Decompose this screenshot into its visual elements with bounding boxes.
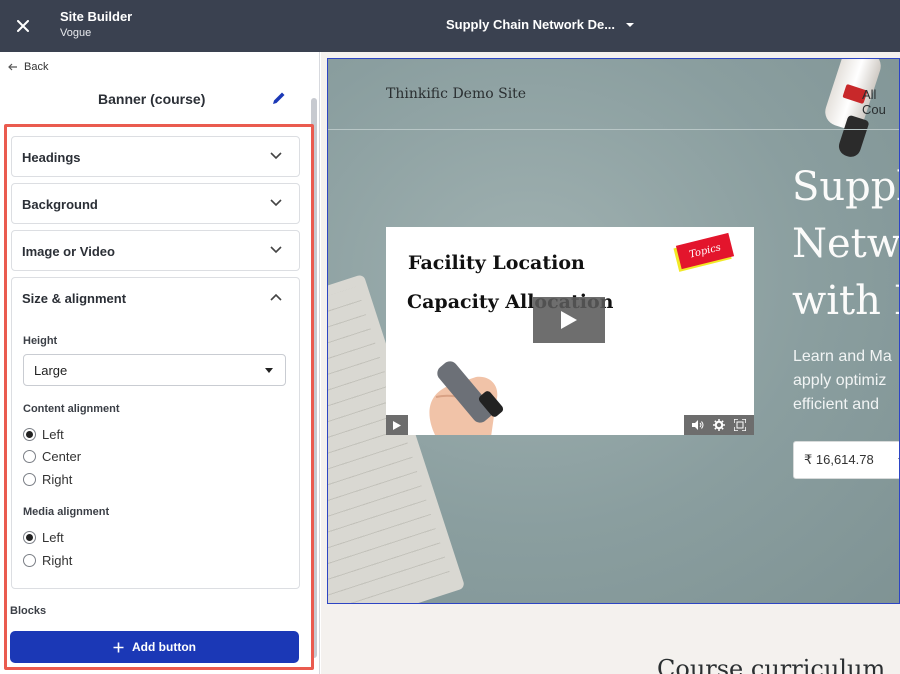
edit-button[interactable] — [271, 90, 289, 108]
section-image-video-header[interactable]: Image or Video — [12, 231, 299, 271]
back-label: Back — [24, 61, 49, 73]
media-align-left[interactable]: Left — [23, 530, 64, 545]
video-text-line1: Facility Location — [408, 252, 585, 274]
hero-title-line: with E — [792, 278, 899, 324]
section-headings-label: Headings — [22, 149, 81, 165]
hero-subtitle: Learn and Ma apply optimiz efficient and — [793, 345, 892, 417]
height-select-value: Large — [34, 362, 68, 378]
content-align-center-label: Center — [42, 449, 82, 464]
section-background: Background — [11, 183, 300, 224]
content-alignment-label: Content alignment — [23, 403, 120, 415]
theme-name: Vogue — [60, 27, 92, 39]
price-select[interactable]: ₹ 16,614.78 — [793, 441, 899, 479]
section-image-video-label: Image or Video — [22, 243, 115, 259]
plus-icon — [113, 642, 124, 652]
radio-checked-icon — [23, 531, 36, 544]
video-player[interactable]: Facility Location Capacity Allocation To… — [386, 227, 754, 435]
play-icon — [561, 311, 577, 329]
add-button-label: Add button — [132, 640, 196, 654]
media-align-right-label: Right — [42, 553, 73, 568]
section-image-video: Image or Video — [11, 230, 300, 271]
hero-title-line: Suppl — [792, 164, 900, 210]
hero-subtitle-line: Learn and Ma — [793, 348, 892, 365]
content-align-right-label: Right — [42, 472, 73, 487]
media-alignment-label: Media alignment — [23, 506, 110, 518]
play-button[interactable] — [533, 297, 605, 343]
page-selector[interactable]: Supply Chain Network De... — [446, 17, 635, 32]
arrow-left-icon — [8, 63, 17, 71]
height-label: Height — [23, 335, 58, 347]
panel-title: Banner (course) — [98, 91, 206, 107]
add-button[interactable]: Add button — [10, 631, 299, 663]
chevron-down-icon — [270, 199, 282, 207]
back-link[interactable]: Back — [8, 61, 48, 73]
content-align-left[interactable]: Left — [23, 427, 64, 442]
volume-icon[interactable] — [691, 418, 705, 432]
caret-down-icon — [265, 368, 273, 373]
hero-title-line: Netwo — [792, 221, 900, 267]
section-headings: Headings — [11, 136, 300, 177]
radio-unchecked-icon — [23, 554, 36, 567]
chevron-up-icon — [270, 293, 282, 301]
banner-section[interactable]: Thinkific Demo Site All Cou Facility Loc… — [327, 58, 900, 604]
site-name[interactable]: Thinkific Demo Site — [386, 86, 526, 102]
content-align-center[interactable]: Center — [23, 449, 81, 464]
hero-title: Suppl Netwo with E — [792, 159, 900, 330]
hero-subtitle-line: efficient and — [793, 396, 879, 413]
radio-unchecked-icon — [23, 473, 36, 486]
price-value: ₹ 16,614.78 — [804, 452, 874, 467]
sidebar-scrollbar[interactable] — [311, 98, 317, 658]
close-button[interactable] — [10, 13, 36, 39]
site-preview: Thinkific Demo Site All Cou Facility Loc… — [321, 52, 900, 674]
video-right-controls — [684, 415, 754, 435]
close-icon — [17, 20, 29, 32]
video-play-control[interactable] — [386, 415, 408, 435]
content-align-right[interactable]: Right — [23, 472, 72, 487]
caret-down-icon — [626, 22, 635, 27]
video-controls — [386, 415, 754, 435]
section-background-header[interactable]: Background — [12, 184, 299, 224]
page-selector-label: Supply Chain Network De... — [446, 17, 616, 32]
section-headings-header[interactable]: Headings — [12, 137, 299, 177]
media-align-left-label: Left — [42, 530, 64, 545]
play-small-icon — [393, 420, 401, 430]
height-select[interactable]: Large — [23, 354, 286, 386]
curriculum-heading: Course curriculum — [657, 655, 886, 674]
video-topics-tag: Topics — [675, 232, 735, 270]
chevron-down-icon — [270, 152, 282, 160]
blocks-label: Blocks — [10, 605, 47, 617]
gear-icon[interactable] — [712, 418, 726, 432]
header-divider — [328, 129, 899, 130]
app-title: Site Builder — [60, 9, 133, 24]
section-size-alignment-header[interactable]: Size & alignment — [12, 278, 299, 318]
content-align-left-label: Left — [42, 427, 64, 442]
nav-link-all-courses[interactable]: All Cou — [862, 87, 899, 117]
hero-subtitle-line: apply optimiz — [793, 372, 887, 389]
media-align-right[interactable]: Right — [23, 553, 72, 568]
section-background-label: Background — [22, 196, 98, 212]
section-size-alignment-label: Size & alignment — [22, 290, 127, 306]
fullscreen-icon[interactable] — [733, 418, 747, 432]
radio-checked-icon — [23, 428, 36, 441]
chevron-down-icon — [270, 246, 282, 254]
pencil-icon — [273, 92, 285, 104]
radio-unchecked-icon — [23, 450, 36, 463]
top-bar: Site Builder Vogue Supply Chain Network … — [0, 0, 900, 52]
